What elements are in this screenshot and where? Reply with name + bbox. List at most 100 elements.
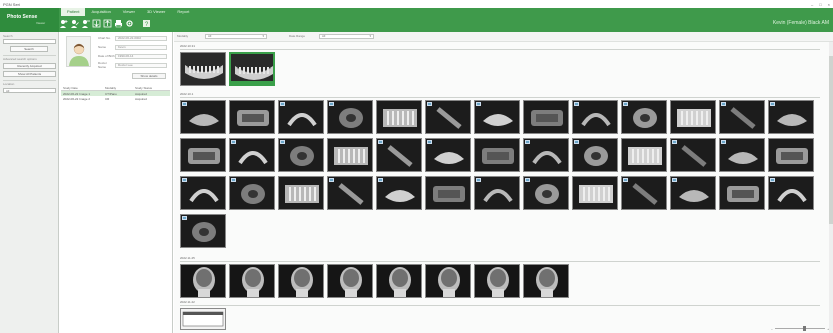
table-row[interactable]: 2022-06-22 Image 1 CT/Pano Acquired	[61, 91, 170, 96]
image-thumbnail[interactable]	[719, 138, 765, 172]
image-thumbnail[interactable]	[621, 100, 667, 134]
image-thumbnail[interactable]	[229, 100, 275, 134]
image-thumbnail[interactable]	[523, 264, 569, 298]
column-header[interactable]: Study Date	[61, 86, 105, 90]
print-icon[interactable]	[113, 17, 123, 29]
delete-patient-icon[interactable]	[80, 17, 90, 29]
image-thumbnail[interactable]	[327, 264, 373, 298]
modality-filter-select[interactable]: All ▾	[205, 34, 267, 39]
location-select[interactable]: All	[3, 88, 56, 93]
image-thumbnail[interactable]	[670, 138, 716, 172]
table-cell: Acquired	[135, 96, 147, 101]
tab-patient[interactable]: Patient	[61, 8, 86, 16]
image-thumbnail[interactable]	[523, 100, 569, 134]
image-thumbnail[interactable]	[180, 138, 226, 172]
zoom-in-icon[interactable]: +	[827, 327, 829, 331]
image-thumbnail[interactable]	[670, 176, 716, 210]
tab-acquisition[interactable]: Acquisition	[85, 8, 116, 16]
maximize-icon[interactable]: □	[819, 2, 821, 7]
scrollbar-thumb[interactable]	[829, 56, 833, 224]
image-thumbnail[interactable]	[278, 138, 324, 172]
image-thumbnail[interactable]	[180, 176, 226, 210]
image-thumbnail[interactable]	[474, 100, 520, 134]
image-thumbnail[interactable]	[768, 100, 814, 134]
location-value: All	[6, 89, 10, 93]
image-thumbnail[interactable]	[229, 176, 275, 210]
info-value[interactable]: Doctor Lee	[115, 62, 167, 68]
image-thumbnail[interactable]	[572, 176, 618, 210]
image-thumbnail[interactable]	[768, 176, 814, 210]
date-filter-select[interactable]: All ▾	[319, 34, 374, 39]
image-thumbnail[interactable]	[180, 308, 226, 330]
image-thumbnail[interactable]	[572, 138, 618, 172]
show-details-button[interactable]: Show details	[132, 73, 166, 79]
image-type-icon	[574, 102, 579, 106]
close-icon[interactable]: ×	[828, 2, 830, 7]
image-thumbnail[interactable]	[376, 264, 422, 298]
edit-patient-icon[interactable]	[69, 17, 79, 29]
image-thumbnail[interactable]	[376, 100, 422, 134]
image-thumbnail[interactable]	[474, 264, 520, 298]
tab-report[interactable]: Report	[171, 8, 195, 16]
image-thumbnail[interactable]	[425, 100, 471, 134]
table-row[interactable]: 2022-06-22 Image 2 CR Acquired	[61, 96, 170, 101]
image-type-icon	[623, 102, 628, 106]
image-thumbnail[interactable]	[229, 52, 275, 86]
search-input[interactable]	[3, 39, 56, 44]
recently-acquired-button[interactable]: Recently Acquired	[3, 63, 56, 69]
section-divider	[180, 261, 820, 262]
settings-icon[interactable]	[124, 17, 134, 29]
export-icon[interactable]	[102, 17, 112, 29]
image-thumbnail[interactable]	[180, 214, 226, 248]
image-thumbnail[interactable]	[180, 100, 226, 134]
avatar	[66, 36, 91, 67]
image-thumbnail[interactable]	[229, 264, 275, 298]
search-button[interactable]: Search	[10, 46, 48, 52]
info-value[interactable]: Kevin	[115, 44, 167, 50]
image-thumbnail[interactable]	[180, 52, 226, 86]
image-thumbnail[interactable]	[621, 176, 667, 210]
image-thumbnail[interactable]	[719, 100, 765, 134]
image-thumbnail[interactable]	[180, 264, 226, 298]
image-thumbnail[interactable]	[474, 176, 520, 210]
info-value[interactable]: 2022-06-22-0002	[115, 35, 167, 41]
zoom-control: – +	[771, 326, 829, 331]
image-thumbnail[interactable]	[376, 138, 422, 172]
image-thumbnail[interactable]	[768, 138, 814, 172]
image-thumbnail[interactable]	[425, 176, 471, 210]
tab-3d-viewer[interactable]: 3D Viewer	[141, 8, 171, 16]
minimize-icon[interactable]: –	[811, 2, 813, 7]
image-thumbnail[interactable]	[327, 176, 373, 210]
image-thumbnail[interactable]	[278, 264, 324, 298]
image-thumbnail[interactable]	[425, 138, 471, 172]
image-thumbnail[interactable]	[523, 138, 569, 172]
image-thumbnail[interactable]	[670, 100, 716, 134]
zoom-out-icon[interactable]: –	[771, 327, 773, 331]
chevron-down-icon: ▾	[262, 34, 264, 38]
column-header[interactable]: Modality	[105, 86, 135, 90]
show-all-button[interactable]: Show All Patients	[3, 71, 56, 77]
import-icon[interactable]	[91, 17, 101, 29]
image-thumbnail[interactable]	[327, 100, 373, 134]
image-thumbnail[interactable]	[474, 138, 520, 172]
image-thumbnail[interactable]	[719, 176, 765, 210]
tab-bar: Patient Acquisition Viewer 3D Viewer Report	[0, 8, 833, 16]
column-header[interactable]: Study Status	[135, 86, 170, 90]
info-value[interactable]: 1990-06-14	[115, 53, 167, 59]
help-icon[interactable]: ?	[141, 17, 151, 29]
image-thumbnail[interactable]	[621, 138, 667, 172]
image-thumbnail[interactable]	[229, 138, 275, 172]
add-patient-icon[interactable]	[58, 17, 68, 29]
zoom-slider-handle[interactable]	[802, 326, 806, 331]
image-thumbnail[interactable]	[327, 138, 373, 172]
image-thumbnail[interactable]	[572, 100, 618, 134]
image-thumbnail[interactable]	[376, 176, 422, 210]
image-thumbnail[interactable]	[523, 176, 569, 210]
tab-viewer[interactable]: Viewer	[117, 8, 141, 16]
image-thumbnail[interactable]	[278, 100, 324, 134]
zoom-slider[interactable]	[774, 326, 826, 331]
image-thumbnail[interactable]	[425, 264, 471, 298]
filter-bar: Modality All ▾ Date Range All ▾	[174, 32, 833, 42]
image-type-icon	[378, 140, 383, 144]
image-thumbnail[interactable]	[278, 176, 324, 210]
